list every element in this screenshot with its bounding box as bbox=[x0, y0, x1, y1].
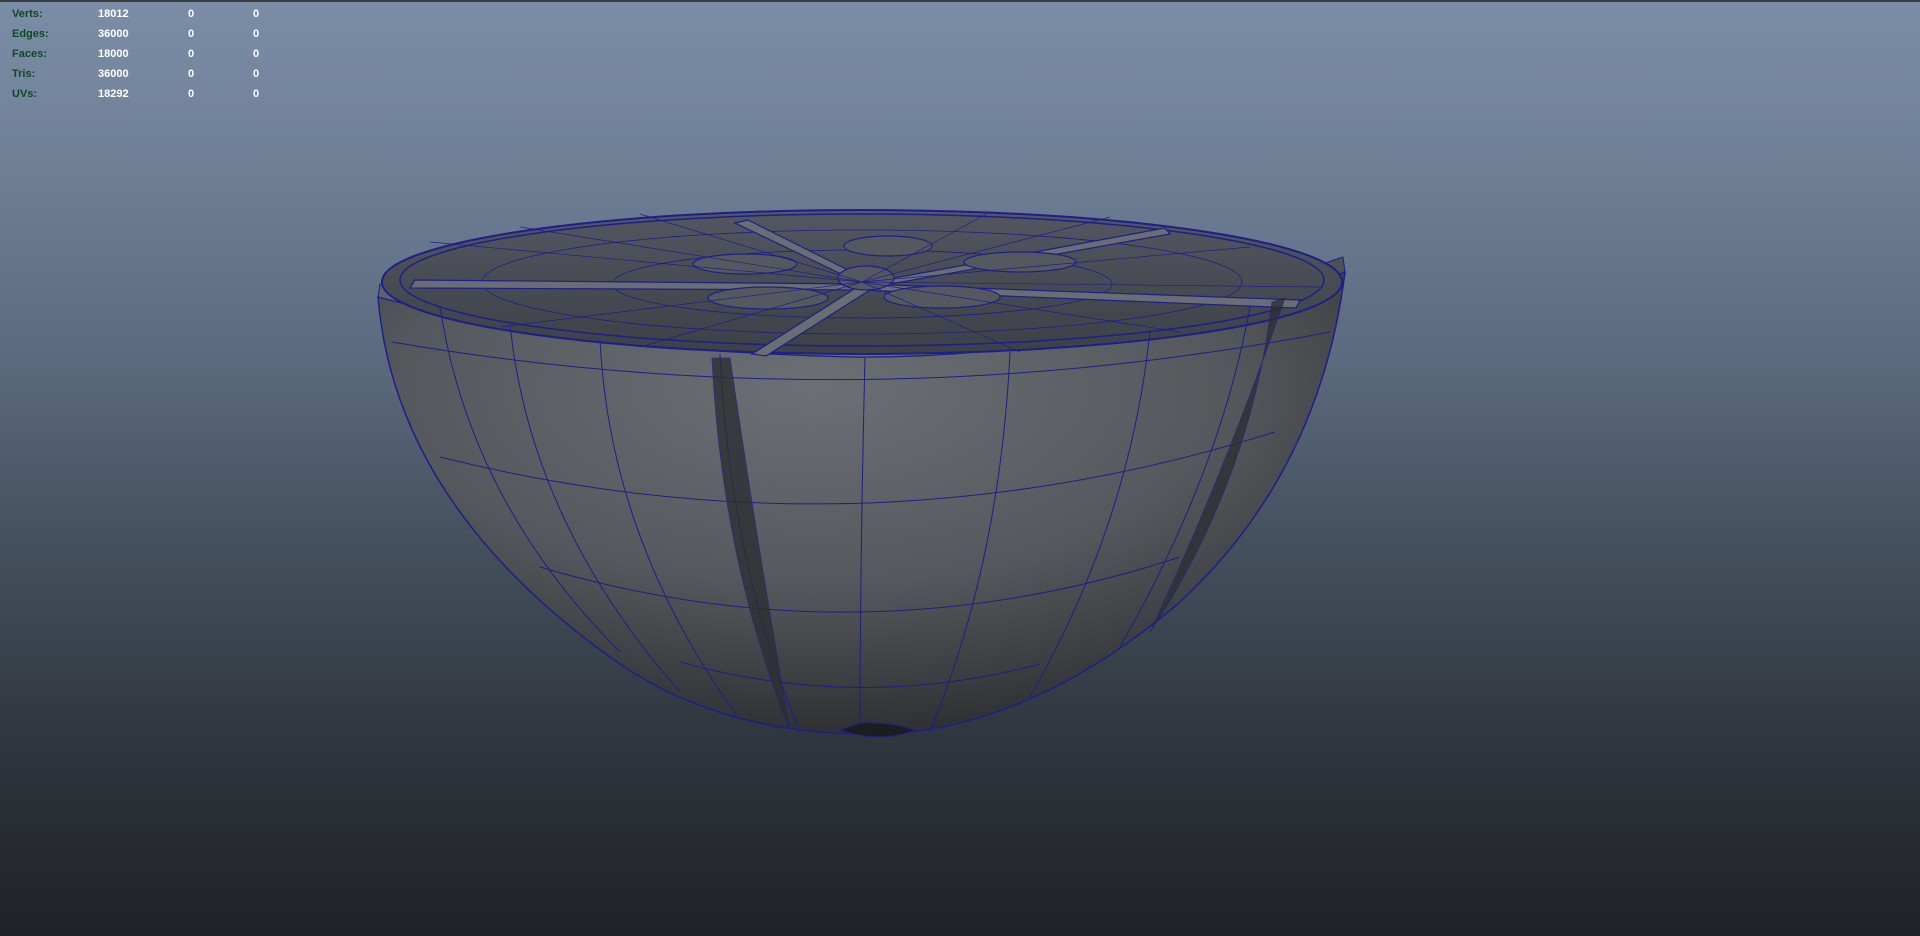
hud-value-total: 36000 bbox=[98, 28, 129, 40]
hud-value-selected: 0 bbox=[188, 48, 195, 60]
hud-label: Faces: bbox=[12, 48, 47, 60]
hud-label: Verts: bbox=[12, 8, 43, 20]
half-orange-mesh[interactable] bbox=[0, 2, 1920, 936]
hud-row-faces: Faces: 18000 0 0 bbox=[12, 44, 272, 64]
hud-row-uvs: UVs: 18292 0 0 bbox=[12, 84, 272, 104]
hud-label: Tris: bbox=[12, 68, 36, 80]
hud-value-total: 18000 bbox=[98, 48, 129, 60]
hud-value-other: 0 bbox=[253, 68, 260, 80]
hud-value-other: 0 bbox=[253, 28, 260, 40]
hud-row-verts: Verts: 18012 0 0 bbox=[12, 4, 272, 24]
hud-value-total: 36000 bbox=[98, 68, 129, 80]
poly-count-hud: Verts: 18012 0 0 Edges: 36000 0 0 Faces:… bbox=[12, 4, 272, 104]
hud-value-selected: 0 bbox=[188, 28, 195, 40]
hud-value-other: 0 bbox=[253, 8, 260, 20]
hud-label: UVs: bbox=[12, 88, 38, 100]
hud-value-selected: 0 bbox=[188, 88, 195, 100]
hud-row-edges: Edges: 36000 0 0 bbox=[12, 24, 272, 44]
hud-row-tris: Tris: 36000 0 0 bbox=[12, 64, 272, 84]
hud-value-other: 0 bbox=[253, 48, 260, 60]
hud-value-selected: 0 bbox=[188, 68, 195, 80]
hud-value-total: 18012 bbox=[98, 8, 129, 20]
hud-label: Edges: bbox=[12, 28, 49, 40]
hud-value-selected: 0 bbox=[188, 8, 195, 20]
hud-value-total: 18292 bbox=[98, 88, 129, 100]
hud-value-other: 0 bbox=[253, 88, 260, 100]
3d-viewport[interactable]: Verts: 18012 0 0 Edges: 36000 0 0 Faces:… bbox=[0, 0, 1920, 936]
